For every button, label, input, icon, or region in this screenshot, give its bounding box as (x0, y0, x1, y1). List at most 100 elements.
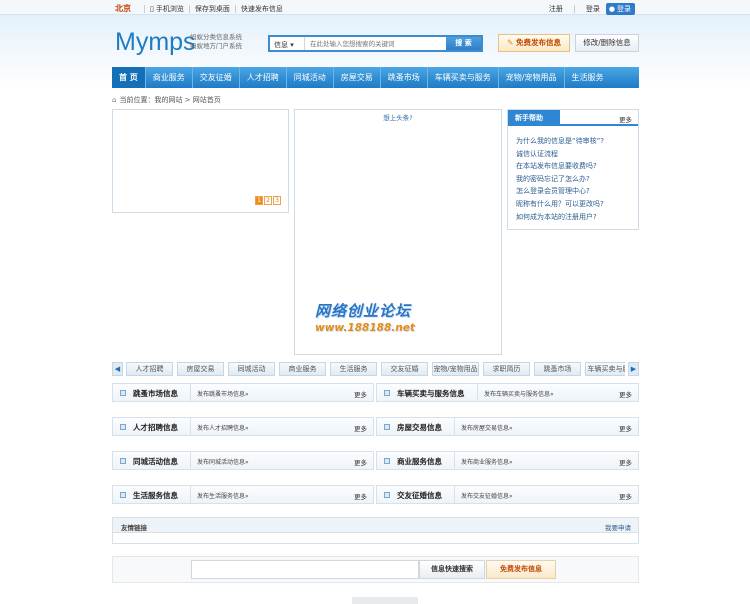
category-more-link[interactable]: 更多 (619, 491, 632, 501)
nav-item-flea-market[interactable]: 跳蚤市场 (381, 67, 428, 88)
tab-vehicles[interactable]: 车辆买卖与服 (585, 362, 625, 376)
category-post-link[interactable]: 发布商业服务信息» (461, 457, 513, 466)
category-more-link[interactable]: 更多 (354, 389, 367, 399)
category-title[interactable]: 商业服务信息 (397, 456, 442, 467)
breadcrumb-text: 当前位置：我的网站 > 网站首页 (119, 96, 221, 104)
category-title[interactable]: 交友征婚信息 (397, 490, 442, 501)
category-more-link[interactable]: 更多 (619, 423, 632, 433)
page-1-button[interactable]: 1 (255, 196, 263, 205)
tab-events[interactable]: 同城活动 (228, 362, 275, 376)
scroll-left-button[interactable]: ◀ (112, 362, 123, 376)
login-link[interactable]: 登录 (586, 4, 600, 14)
category-tabs: 人才招聘 房屋交易 同城活动 商业服务 生活服务 交友征婚 宠物/宠物用品 求职… (126, 362, 625, 376)
help-more-link[interactable]: 更多 (619, 114, 632, 124)
scroll-right-button[interactable]: ▶ (628, 362, 639, 376)
search-button[interactable]: 搜 索 (446, 37, 481, 50)
bottom-search-input[interactable] (191, 560, 419, 579)
help-link[interactable]: 如何成为本站的注册用户? (516, 211, 638, 224)
list-icon (384, 390, 390, 396)
divider (188, 4, 190, 13)
divider (454, 452, 455, 469)
category-more-link[interactable]: 更多 (619, 457, 632, 467)
category-title[interactable]: 生活服务信息 (133, 490, 178, 501)
search-input[interactable] (305, 37, 446, 50)
friend-links-title: 友情链接 (121, 524, 147, 532)
page-3-button[interactable]: 3 (273, 196, 281, 205)
post-free-label: 免费发布信息 (515, 38, 561, 47)
nav-item-life-services[interactable]: 生活服务 (565, 67, 611, 88)
divider (454, 418, 455, 435)
divider (573, 5, 575, 13)
divider (190, 486, 191, 503)
tab-pets[interactable]: 宠物/宠物用品 (432, 362, 479, 376)
nav-item-dating[interactable]: 交友征婚 (193, 67, 240, 88)
quick-search-button[interactable]: 信息快速搜索 (419, 560, 485, 579)
tab-life-services[interactable]: 生活服务 (330, 362, 377, 376)
headline-title[interactable]: 想上头条? (295, 112, 501, 122)
friend-links-body (112, 533, 639, 544)
nav-item-vehicles[interactable]: 车辆买卖与服务 (428, 67, 499, 88)
nav-item-housing[interactable]: 房屋交易 (334, 67, 381, 88)
nav-item-home[interactable]: 首 页 (112, 67, 146, 88)
tab-business[interactable]: 商业服务 (279, 362, 326, 376)
bottom-post-free-button[interactable]: 免费发布信息 (486, 560, 556, 579)
category-title[interactable]: 人才招聘信息 (133, 422, 178, 433)
nav-item-pets[interactable]: 宠物/宠物用品 (499, 67, 565, 88)
help-link[interactable]: 怎么登录会员管理中心? (516, 185, 638, 198)
tab-dating[interactable]: 交友征婚 (381, 362, 428, 376)
help-link[interactable]: 我的密码忘记了怎么办? (516, 173, 638, 186)
tab-resumes[interactable]: 求职简历 (483, 362, 530, 376)
list-icon (120, 458, 126, 464)
focus-slideshow[interactable]: 1 2 3 (112, 109, 289, 213)
category-post-link[interactable]: 发布同城活动信息» (197, 457, 249, 466)
edit-icon: ✎ (507, 38, 514, 47)
category-title[interactable]: 车辆买卖与服务信息 (397, 388, 465, 399)
save-desktop-link[interactable]: 保存到桌面 (195, 4, 230, 14)
nav-item-jobs[interactable]: 人才招聘 (240, 67, 287, 88)
top-bar: 北京 ▯ 手机浏览 保存到桌面 快速发布信息 注册 登录 ● 登录 (0, 0, 750, 15)
help-panel: 新手帮助 更多 为什么我的信息是“待审核”? 诚信认证流程 在本站发布信息要收费… (507, 109, 639, 230)
category-more-link[interactable]: 更多 (619, 389, 632, 399)
city-name[interactable]: 北京 (115, 3, 131, 14)
penguin-icon: ● (608, 5, 615, 13)
category-more-link[interactable]: 更多 (354, 423, 367, 433)
apply-link[interactable]: 我要申请 (605, 522, 631, 532)
headline-panel: 想上头条? 网络创业论坛 www.188188.net (294, 109, 502, 355)
search-category-select[interactable]: 信息 ▾ (270, 37, 305, 50)
category-title[interactable]: 同城活动信息 (133, 456, 178, 467)
slogan-line: 蚂蚁地方门户系统 (190, 42, 242, 50)
slideshow-pager: 1 2 3 (255, 196, 281, 205)
tab-housing[interactable]: 房屋交易 (177, 362, 224, 376)
post-free-button[interactable]: ✎ 免费发布信息 (498, 34, 570, 52)
page-2-button[interactable]: 2 (264, 196, 272, 205)
help-link[interactable]: 为什么我的信息是“待审核”? (516, 135, 638, 148)
category-post-link[interactable]: 发布交友征婚信息» (461, 491, 513, 500)
help-header: 新手帮助 更多 (508, 110, 638, 126)
tab-jobs[interactable]: 人才招聘 (126, 362, 173, 376)
forum-watermark: 网络创业论坛 www.188188.net (315, 300, 415, 334)
tab-flea-market[interactable]: 跳蚤市场 (534, 362, 581, 376)
category-title[interactable]: 跳蚤市场信息 (133, 388, 178, 399)
register-link[interactable]: 注册 (549, 4, 563, 14)
site-logo[interactable]: Mymps (115, 28, 196, 57)
category-post-link[interactable]: 发布车辆买卖与服务信息» (484, 389, 554, 398)
category-more-link[interactable]: 更多 (354, 491, 367, 501)
help-link[interactable]: 在本站发布信息要收费吗? (516, 160, 638, 173)
category-block-life-services: 生活服务信息 发布生活服务信息» 更多 (112, 485, 374, 504)
category-post-link[interactable]: 发布生活服务信息» (197, 491, 249, 500)
help-link[interactable]: 昵称有什么用？可以更改吗? (516, 198, 638, 211)
home-icon: ⌂ (112, 96, 117, 104)
help-title: 新手帮助 (508, 110, 560, 126)
category-post-link[interactable]: 发布房屋交易信息» (461, 423, 513, 432)
category-post-link[interactable]: 发布人才招聘信息» (197, 423, 249, 432)
quick-post-link[interactable]: 快速发布信息 (241, 4, 283, 14)
category-title[interactable]: 房屋交易信息 (397, 422, 442, 433)
category-post-link[interactable]: 发布跳蚤市场信息» (197, 389, 249, 398)
nav-item-events[interactable]: 同城活动 (287, 67, 334, 88)
mobile-browse-link[interactable]: 手机浏览 (156, 4, 184, 14)
edit-delete-button[interactable]: 修改/删除信息 (575, 34, 639, 52)
qq-login-button[interactable]: ● 登录 (605, 3, 635, 15)
nav-item-business[interactable]: 商业服务 (146, 67, 193, 88)
help-link[interactable]: 诚信认证流程 (516, 148, 638, 161)
category-more-link[interactable]: 更多 (354, 457, 367, 467)
